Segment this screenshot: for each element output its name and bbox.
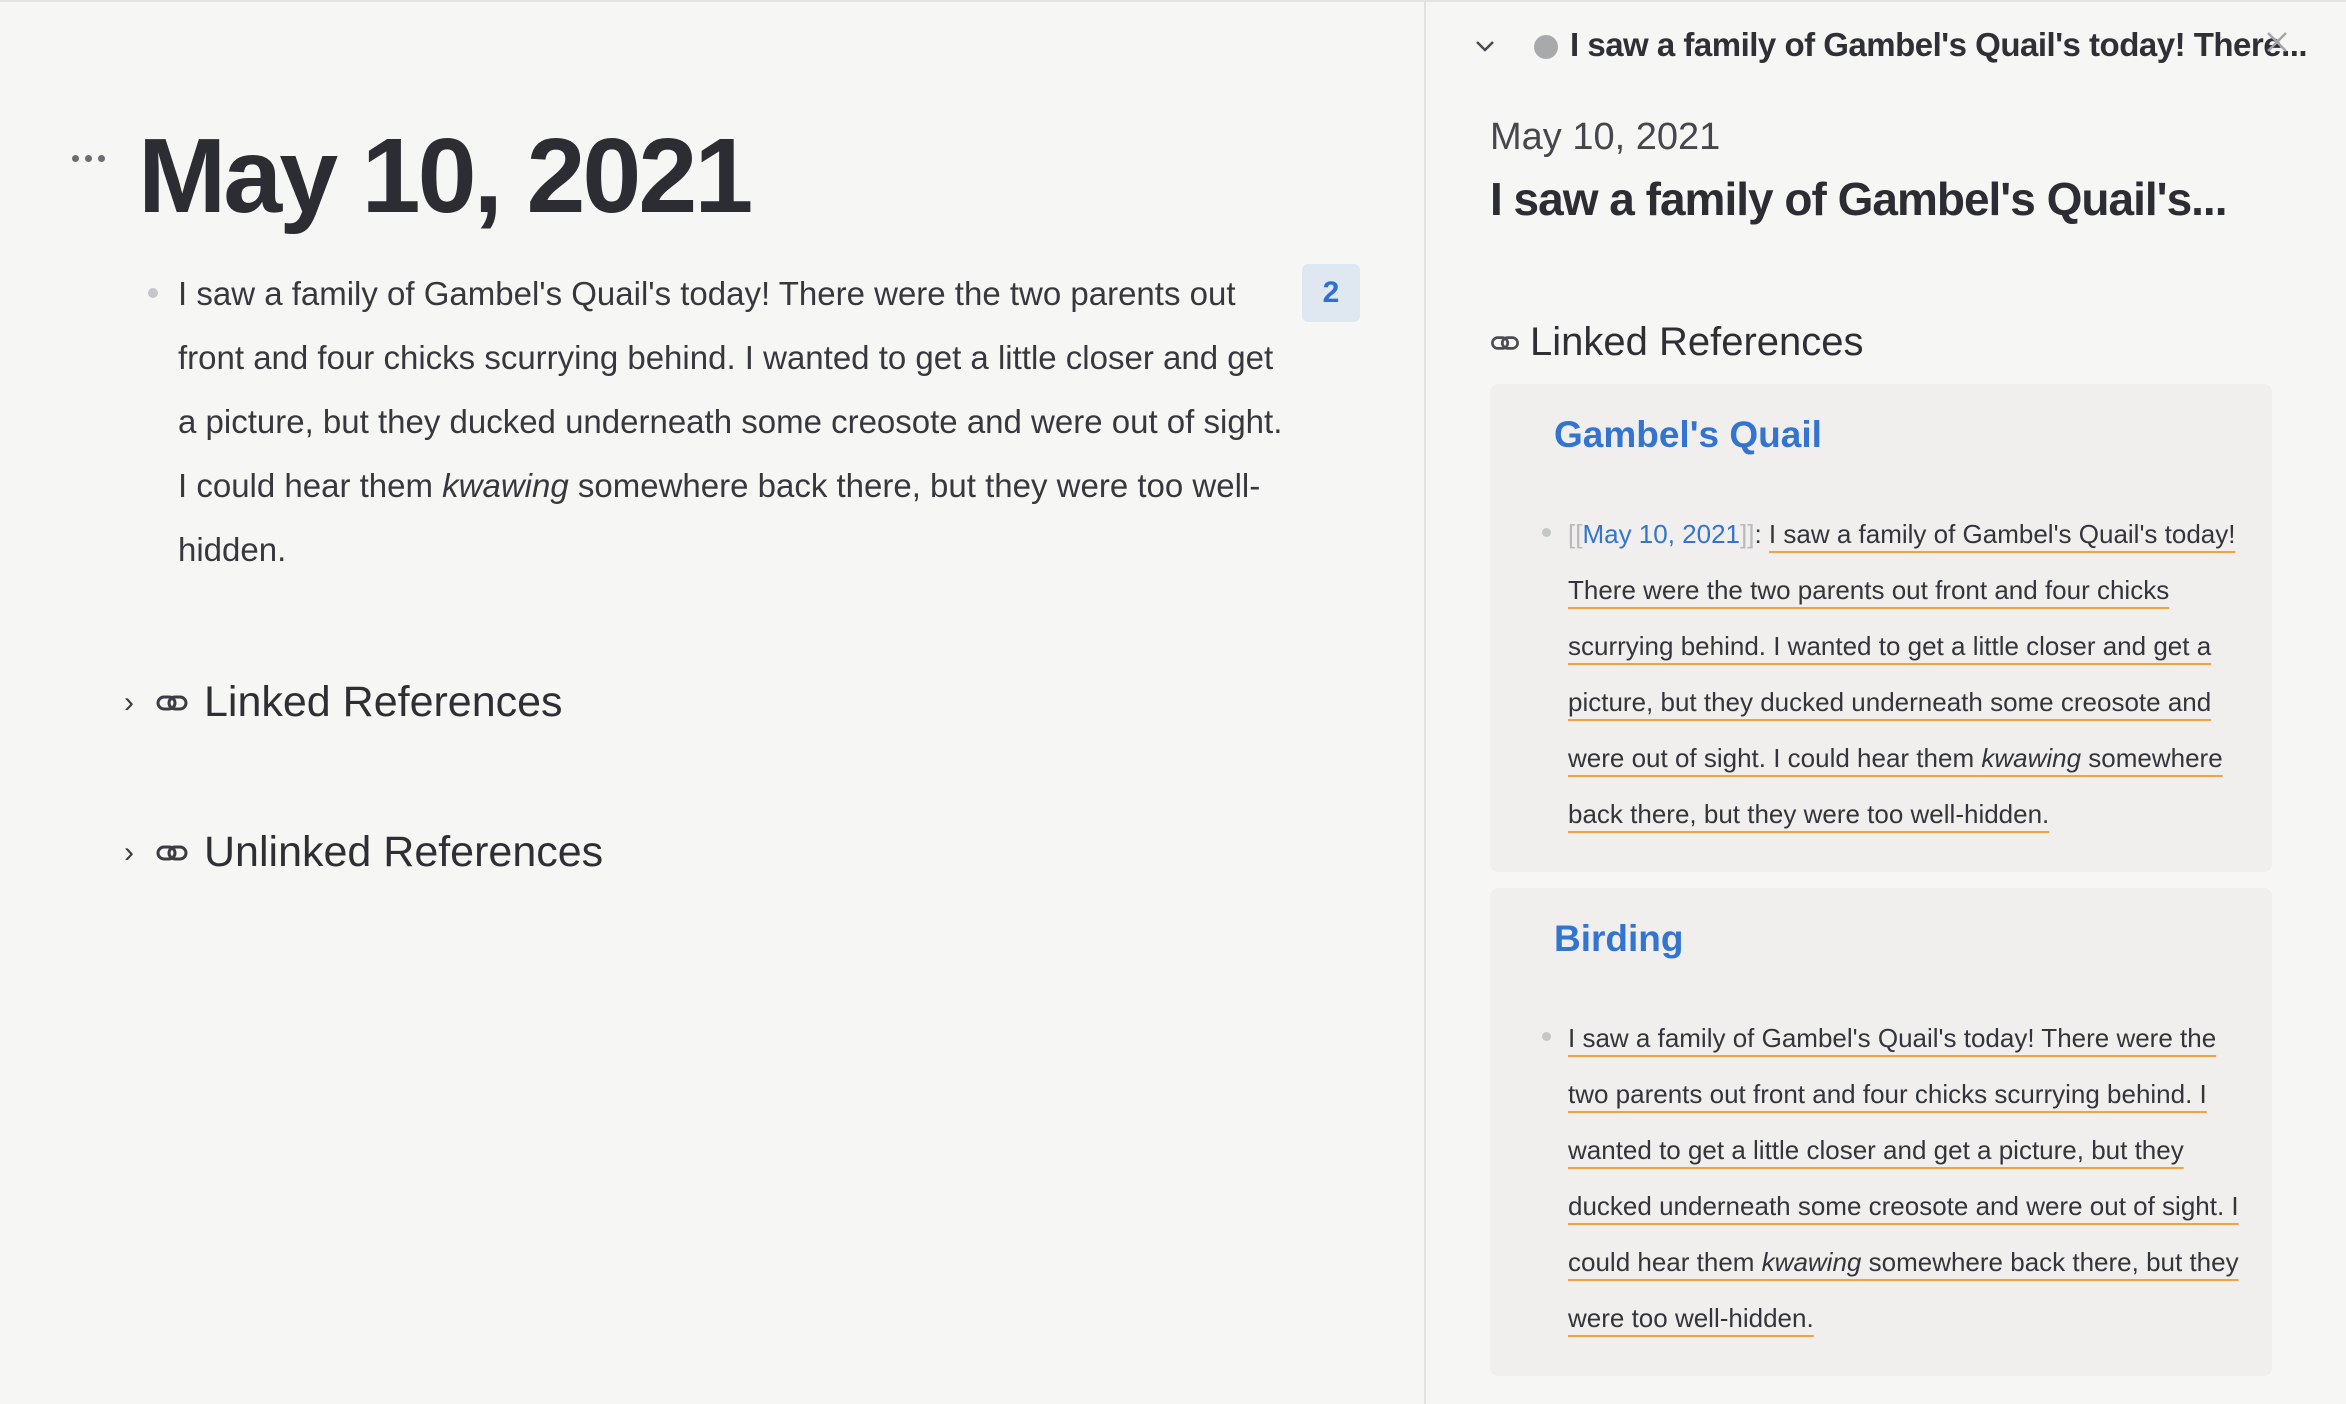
link-icon [1491, 335, 1519, 350]
close-icon[interactable] [2264, 24, 2290, 62]
reference-card: Birding I saw a family of Gambel's Quail… [1490, 888, 2272, 1376]
sidebar-header: I saw a family of Gambel's Quail's today… [1426, 22, 2346, 74]
link-bracket-close: ]] [1740, 519, 1755, 549]
unlinked-references-label: Unlinked References [204, 828, 604, 876]
block-text-italic: kwawing [442, 467, 569, 504]
sidebar-linked-references-header: Linked References [1490, 320, 1864, 365]
block[interactable]: I saw a family of Gambel's Quail's today… [140, 262, 1282, 582]
reference-block[interactable]: [[May 10, 2021]]: I saw a family of Gamb… [1542, 506, 2242, 842]
reference-colon: : [1754, 519, 1769, 549]
date-page-link[interactable]: May 10, 2021 [1582, 519, 1740, 549]
reference-text[interactable]: I saw a family of Gambel's Quail's today… [1568, 1010, 2258, 1346]
link-bracket-open: [[ [1568, 519, 1583, 549]
reference-text-italic: kwawing [1981, 743, 2082, 773]
block-text[interactable]: I saw a family of Gambel's Quail's today… [178, 262, 1288, 582]
main-page: May 10, 2021 I saw a family of Gambel's … [0, 0, 1424, 1404]
linked-references-toggle[interactable]: › Linked References [124, 678, 563, 727]
reference-text-part: I saw a family of Gambel's Quail's today… [1568, 1023, 2239, 1277]
reference-bullet[interactable] [1542, 1032, 1551, 1041]
reference-text[interactable]: [[May 10, 2021]]: I saw a family of Gamb… [1568, 506, 2258, 842]
reference-bullet[interactable] [1542, 528, 1551, 537]
link-icon [156, 845, 188, 860]
chevron-right-icon[interactable]: › [124, 686, 142, 720]
reference-page-link[interactable]: Gambel's Quail [1554, 414, 1822, 456]
reference-text-part: I saw a family of Gambel's Quail's today… [1568, 519, 2236, 773]
linked-references-label: Linked References [204, 678, 563, 726]
page-title[interactable]: May 10, 2021 [138, 118, 753, 235]
right-sidebar: I saw a family of Gambel's Quail's today… [1426, 0, 2346, 1404]
reference-page-link[interactable]: Birding [1554, 918, 1683, 960]
sidebar-header-title[interactable]: I saw a family of Gambel's Quail's today… [1570, 26, 2308, 64]
page-menu-icon[interactable] [72, 148, 108, 168]
chevron-down-icon[interactable] [1474, 32, 1496, 60]
block-bullet[interactable] [148, 288, 158, 298]
reference-card: Gambel's Quail [[May 10, 2021]]: I saw a… [1490, 384, 2272, 872]
app-window: May 10, 2021 I saw a family of Gambel's … [0, 0, 2346, 1404]
unlinked-references-toggle[interactable]: › Unlinked References [124, 828, 603, 877]
sidebar-breadcrumb-date[interactable]: May 10, 2021 [1490, 116, 1720, 159]
sidebar-linked-references-label: Linked References [1530, 320, 1864, 364]
sidebar-block-title[interactable]: I saw a family of Gambel's Quail's... [1490, 172, 2227, 226]
chevron-right-icon[interactable]: › [124, 836, 142, 870]
reference-text-italic: kwawing [1761, 1247, 1862, 1277]
block-dot-icon [1534, 35, 1558, 59]
reference-block[interactable]: I saw a family of Gambel's Quail's today… [1542, 1010, 2242, 1346]
block-ref-count-badge[interactable]: 2 [1302, 264, 1360, 322]
link-icon [156, 695, 188, 710]
